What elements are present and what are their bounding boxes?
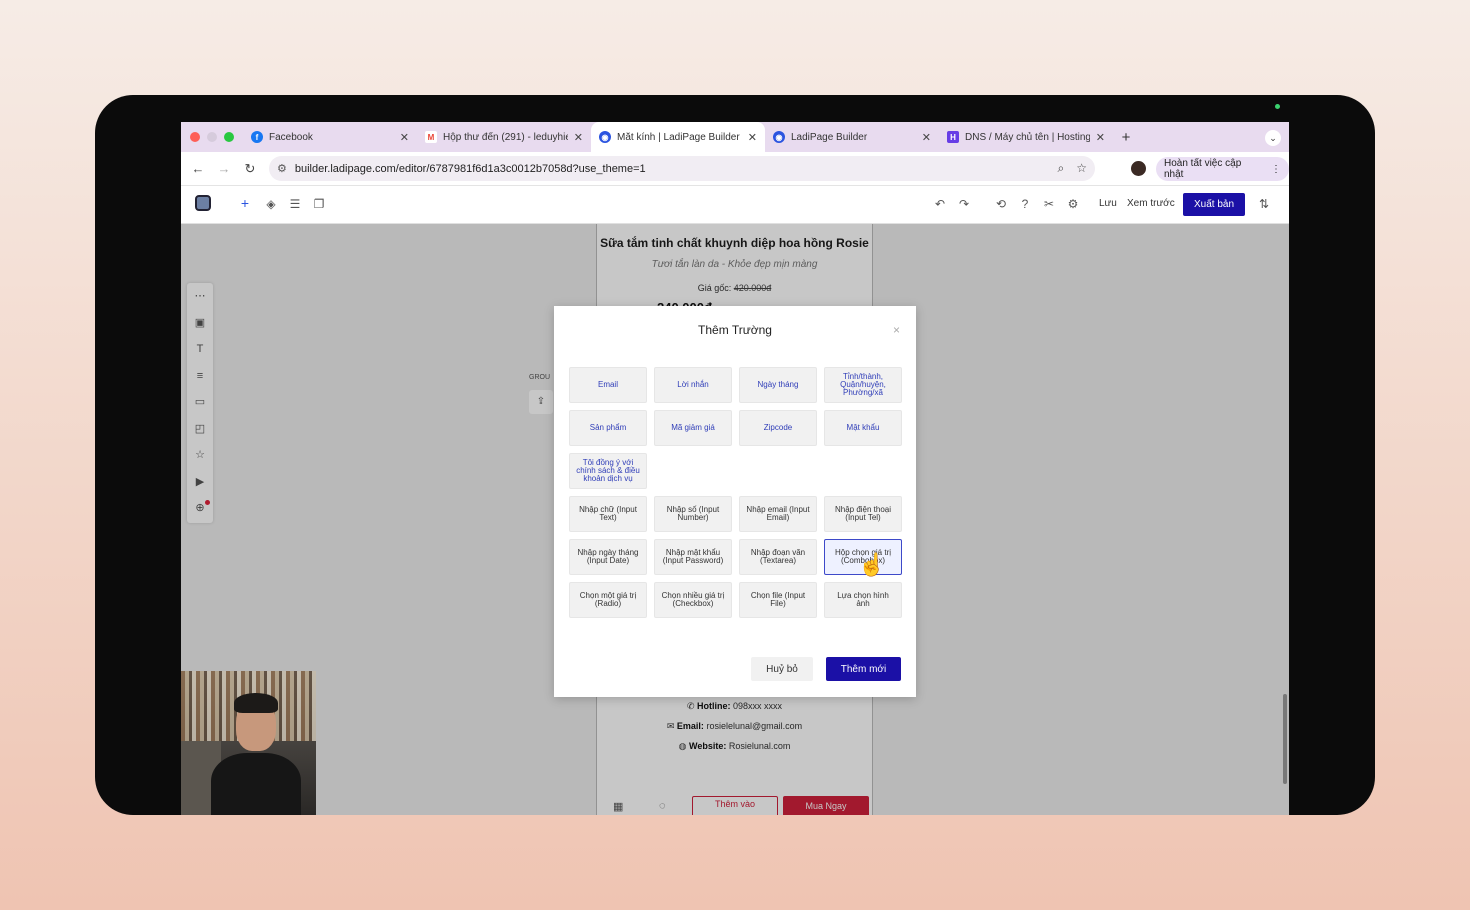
facebook-icon: f (251, 131, 263, 143)
field-option-input-file[interactable]: Chọn file (Input File) (739, 582, 817, 618)
redo-icon[interactable]: ↷ (956, 197, 972, 211)
field-option-date[interactable]: Ngày tháng (739, 367, 817, 403)
tools-icon[interactable]: ✂ (1041, 197, 1057, 211)
browser-window: f Facebook ✕ M Hộp thư đến (291) - leduy… (181, 122, 1289, 815)
profile-avatar[interactable] (1131, 161, 1146, 176)
tab-label: Hộp thư đến (291) - leduyhie... (443, 131, 568, 143)
field-option-input-email[interactable]: Nhập email (Input Email) (739, 496, 817, 532)
field-option-image-select[interactable]: Lựa chọn hình ảnh (824, 582, 902, 618)
help-icon[interactable]: ? (1017, 197, 1033, 211)
sort-icon[interactable]: ⇅ (1256, 197, 1272, 211)
presenter-body (211, 753, 301, 815)
close-tab-icon[interactable]: ✕ (400, 131, 409, 144)
field-option-coupon[interactable]: Mã giảm giá (654, 410, 732, 446)
bookmark-star-icon[interactable]: ☆ (1076, 161, 1087, 176)
undo-icon[interactable]: ↶ (932, 197, 948, 211)
tab-label: DNS / Máy chủ tên | Hostinger (965, 131, 1090, 143)
field-option-product[interactable]: Sản phẩm (569, 410, 647, 446)
field-option-input-text[interactable]: Nhập chữ (Input Text) (569, 496, 647, 532)
preview-button[interactable]: Xem trước (1127, 198, 1175, 209)
ladipage-icon: ◉ (773, 131, 785, 143)
tab-search-chevron-icon[interactable]: ⌄ (1265, 130, 1281, 146)
field-option-email[interactable]: Email (569, 367, 647, 403)
history-icon[interactable]: ⟲ (993, 197, 1009, 211)
input-fields-grid: Nhập chữ (Input Text) Nhập số (Input Num… (569, 496, 902, 618)
new-tab-button[interactable]: + (1113, 129, 1139, 146)
close-icon[interactable]: × (893, 323, 900, 337)
tab-gmail[interactable]: M Hộp thư đến (291) - leduyhie... ✕ (417, 122, 591, 152)
field-option-message[interactable]: Lời nhắn (654, 367, 732, 403)
add-new-button[interactable]: Thêm mới (826, 657, 901, 681)
close-window-button[interactable] (190, 132, 200, 142)
layers-icon[interactable]: ◈ (263, 197, 279, 211)
window-controls (181, 132, 243, 142)
address-bar-row: ← → ↻ ⚙ builder.ladipage.com/editor/6787… (181, 152, 1289, 186)
tab-label: LadiPage Builder (791, 131, 868, 143)
add-field-modal: Thêm Trường × Email Lời nhắn Ngày tháng … (554, 306, 916, 697)
laptop-frame: f Facebook ✕ M Hộp thư đến (291) - leduy… (95, 95, 1375, 815)
site-settings-icon[interactable]: ⚙ (277, 162, 287, 175)
modal-title: Thêm Trường (698, 323, 772, 337)
close-tab-icon[interactable]: ✕ (1096, 131, 1105, 144)
reload-icon[interactable]: ↻ (237, 161, 263, 177)
back-arrow-icon[interactable]: ← (185, 161, 211, 176)
url-bar[interactable]: ⚙ builder.ladipage.com/editor/6787981f6d… (269, 156, 1095, 181)
publish-button[interactable]: Xuất bản (1183, 193, 1245, 216)
field-option-radio[interactable]: Chọn một giá trị (Radio) (569, 582, 647, 618)
ladipage-icon: ◉ (599, 131, 611, 143)
field-option-input-number[interactable]: Nhập số (Input Number) (654, 496, 732, 532)
tab-matkinh-ladipage[interactable]: ◉ Mắt kính | LadiPage Builder ✕ (591, 122, 765, 152)
close-tab-icon[interactable]: ✕ (748, 131, 757, 144)
presenter-hair (234, 693, 278, 713)
update-label: Hoàn tất việc cập nhật (1164, 158, 1242, 180)
tab-label: Facebook (269, 131, 313, 143)
forward-arrow-icon[interactable]: → (211, 161, 237, 176)
tab-label: Mắt kính | LadiPage Builder (617, 131, 740, 143)
field-option-terms[interactable]: Tôi đồng ý với chính sách & điều khoản d… (569, 453, 647, 489)
field-option-input-password[interactable]: Nhập mật khẩu (Input Password) (654, 539, 732, 575)
update-button[interactable]: Hoàn tất việc cập nhật ⋮ (1156, 157, 1289, 181)
close-tab-icon[interactable]: ✕ (922, 131, 931, 144)
kebab-menu-icon: ⋮ (1271, 163, 1281, 175)
hostinger-icon: H (947, 131, 959, 143)
add-element-icon[interactable]: + (237, 195, 253, 211)
settings-gear-icon[interactable]: ⚙ (1065, 197, 1081, 211)
field-option-zipcode[interactable]: Zipcode (739, 410, 817, 446)
field-option-input-tel[interactable]: Nhập điện thoại (Input Tel) (824, 496, 902, 532)
cancel-button[interactable]: Huỷ bỏ (751, 657, 813, 681)
zoom-icon[interactable]: ⌕ (1058, 161, 1065, 176)
field-option-input-date[interactable]: Nhập ngày tháng (Input Date) (569, 539, 647, 575)
hand-cursor-icon: ☝ (858, 552, 886, 577)
field-option-password[interactable]: Mật khẩu (824, 410, 902, 446)
sections-icon[interactable]: ☰ (287, 197, 303, 211)
tab-strip: f Facebook ✕ M Hộp thư đến (291) - leduy… (181, 122, 1289, 152)
url-text: builder.ladipage.com/editor/6787981f6d1a… (294, 162, 646, 175)
field-option-address[interactable]: Tỉnh/thành, Quận/huyện, Phường/xã (824, 367, 902, 403)
field-option-textarea[interactable]: Nhập đoạn văn (Textarea) (739, 539, 817, 575)
ladipage-logo[interactable] (195, 195, 211, 211)
camera-indicator (1275, 104, 1280, 109)
pages-icon[interactable]: ❐ (311, 197, 327, 211)
minimize-window-button[interactable] (207, 132, 217, 142)
editor-toolbar: + ◈ ☰ ❐ ↶ ↷ ⟲ ? ✂ ⚙ Lưu Xem trước Xuất b… (181, 186, 1289, 224)
save-button[interactable]: Lưu (1099, 198, 1117, 209)
special-fields-grid: Email Lời nhắn Ngày tháng Tỉnh/thành, Qu… (569, 367, 902, 489)
tab-hostinger[interactable]: H DNS / Máy chủ tên | Hostinger ✕ (939, 122, 1113, 152)
close-tab-icon[interactable]: ✕ (574, 131, 583, 144)
tab-ladipage-builder[interactable]: ◉ LadiPage Builder ✕ (765, 122, 939, 152)
gmail-icon: M (425, 131, 437, 143)
tab-facebook[interactable]: f Facebook ✕ (243, 122, 417, 152)
webcam-overlay (181, 671, 316, 815)
maximize-window-button[interactable] (224, 132, 234, 142)
field-option-checkbox[interactable]: Chọn nhiều giá trị (Checkbox) (654, 582, 732, 618)
editor-canvas: ⋯ ▣ T ≡ ▭ ◰ ☆ ▶ ⊕ Sữa tắm tinh chất khuy… (181, 224, 1289, 815)
